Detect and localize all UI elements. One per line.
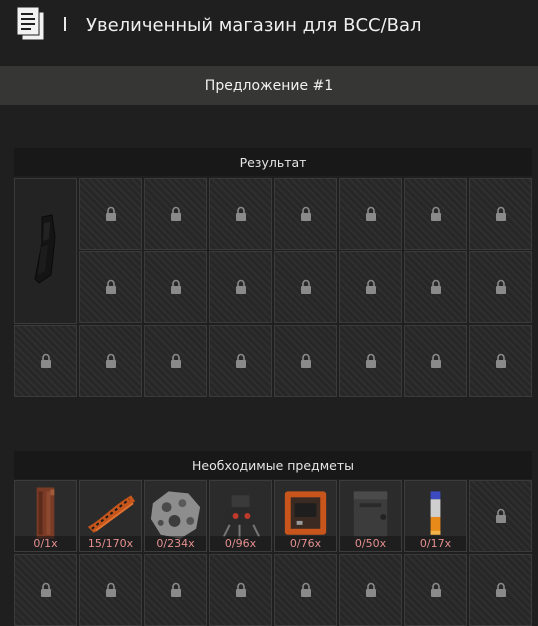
- locked-slot[interactable]: [144, 178, 207, 250]
- lock-icon: [40, 582, 51, 597]
- lock-icon: [235, 582, 246, 597]
- required-item[interactable]: 0/96x: [209, 480, 272, 552]
- locked-slot[interactable]: [339, 554, 402, 626]
- locked-slot[interactable]: [79, 178, 142, 250]
- required-item[interactable]: 15/170x: [79, 480, 142, 552]
- lock-icon: [495, 279, 506, 294]
- lock-icon: [495, 353, 506, 368]
- locked-slot[interactable]: [274, 178, 337, 250]
- required-item[interactable]: 0/17x: [404, 480, 467, 552]
- header: Увеличенный магазин для ВСС/Вал: [0, 0, 538, 52]
- magazine-icon: [34, 214, 56, 284]
- locked-slot[interactable]: [144, 554, 207, 626]
- item-quantity: 0/76x: [275, 536, 336, 551]
- locked-slot[interactable]: [209, 554, 272, 626]
- required-item[interactable]: 0/1x: [14, 480, 77, 552]
- locked-slot[interactable]: [469, 480, 532, 552]
- locked-slot[interactable]: [14, 325, 77, 397]
- lock-icon: [170, 582, 181, 597]
- lock-icon: [365, 279, 376, 294]
- lock-icon: [300, 206, 311, 221]
- lock-icon: [495, 508, 506, 523]
- page-title: Увеличенный магазин для ВСС/Вал: [86, 15, 422, 36]
- required-item[interactable]: 0/76x: [274, 480, 337, 552]
- lock-icon: [170, 353, 181, 368]
- lock-icon: [495, 582, 506, 597]
- locked-slot[interactable]: [274, 554, 337, 626]
- locked-slot[interactable]: [209, 178, 272, 250]
- locked-slot[interactable]: [144, 251, 207, 323]
- offer-label: Предложение #1: [204, 77, 334, 94]
- locked-slot[interactable]: [14, 554, 77, 626]
- lock-icon: [430, 279, 441, 294]
- title-separator: [64, 17, 66, 31]
- locked-slot[interactable]: [144, 325, 207, 397]
- item-quantity: 0/17x: [405, 536, 466, 551]
- item-quantity: 0/1x: [15, 536, 76, 551]
- document-icon: [16, 6, 45, 41]
- locked-slot[interactable]: [469, 554, 532, 626]
- lock-icon: [300, 279, 311, 294]
- lock-icon: [430, 353, 441, 368]
- locked-slot[interactable]: [79, 251, 142, 323]
- item-quantity: 0/234x: [145, 536, 206, 551]
- locked-slot[interactable]: [404, 554, 467, 626]
- locked-slot[interactable]: [209, 325, 272, 397]
- lock-icon: [430, 582, 441, 597]
- lock-icon: [365, 206, 376, 221]
- locked-slot[interactable]: [339, 325, 402, 397]
- lock-icon: [170, 279, 181, 294]
- lock-icon: [235, 353, 246, 368]
- lock-icon: [430, 206, 441, 221]
- locked-slot[interactable]: [339, 251, 402, 323]
- locked-slot[interactable]: [469, 178, 532, 250]
- lock-icon: [105, 206, 116, 221]
- lock-icon: [235, 279, 246, 294]
- locked-slot[interactable]: [79, 554, 142, 626]
- lock-icon: [365, 582, 376, 597]
- required-title: Необходимые предметы: [14, 451, 532, 479]
- locked-slot[interactable]: [404, 251, 467, 323]
- lock-icon: [105, 353, 116, 368]
- item-quantity: 0/96x: [210, 536, 271, 551]
- lock-icon: [300, 582, 311, 597]
- locked-slot[interactable]: [209, 251, 272, 323]
- lock-icon: [170, 206, 181, 221]
- lock-icon: [235, 206, 246, 221]
- locked-slot[interactable]: [469, 325, 532, 397]
- item-quantity: 0/50x: [340, 536, 401, 551]
- result-item-slot[interactable]: [14, 178, 77, 324]
- offer-tab[interactable]: Предложение #1: [0, 66, 538, 105]
- lock-icon: [495, 206, 506, 221]
- lock-icon: [40, 353, 51, 368]
- lock-icon: [105, 582, 116, 597]
- locked-slot[interactable]: [274, 251, 337, 323]
- locked-slot[interactable]: [404, 325, 467, 397]
- locked-slot[interactable]: [79, 325, 142, 397]
- result-title: Результат: [14, 148, 532, 176]
- lock-icon: [365, 353, 376, 368]
- required-item[interactable]: 0/50x: [339, 480, 402, 552]
- required-item[interactable]: 0/234x: [144, 480, 207, 552]
- lock-icon: [105, 279, 116, 294]
- lock-icon: [300, 353, 311, 368]
- locked-slot[interactable]: [274, 325, 337, 397]
- item-quantity: 15/170x: [80, 536, 141, 551]
- locked-slot[interactable]: [404, 178, 467, 250]
- locked-slot[interactable]: [339, 178, 402, 250]
- locked-slot[interactable]: [469, 251, 532, 323]
